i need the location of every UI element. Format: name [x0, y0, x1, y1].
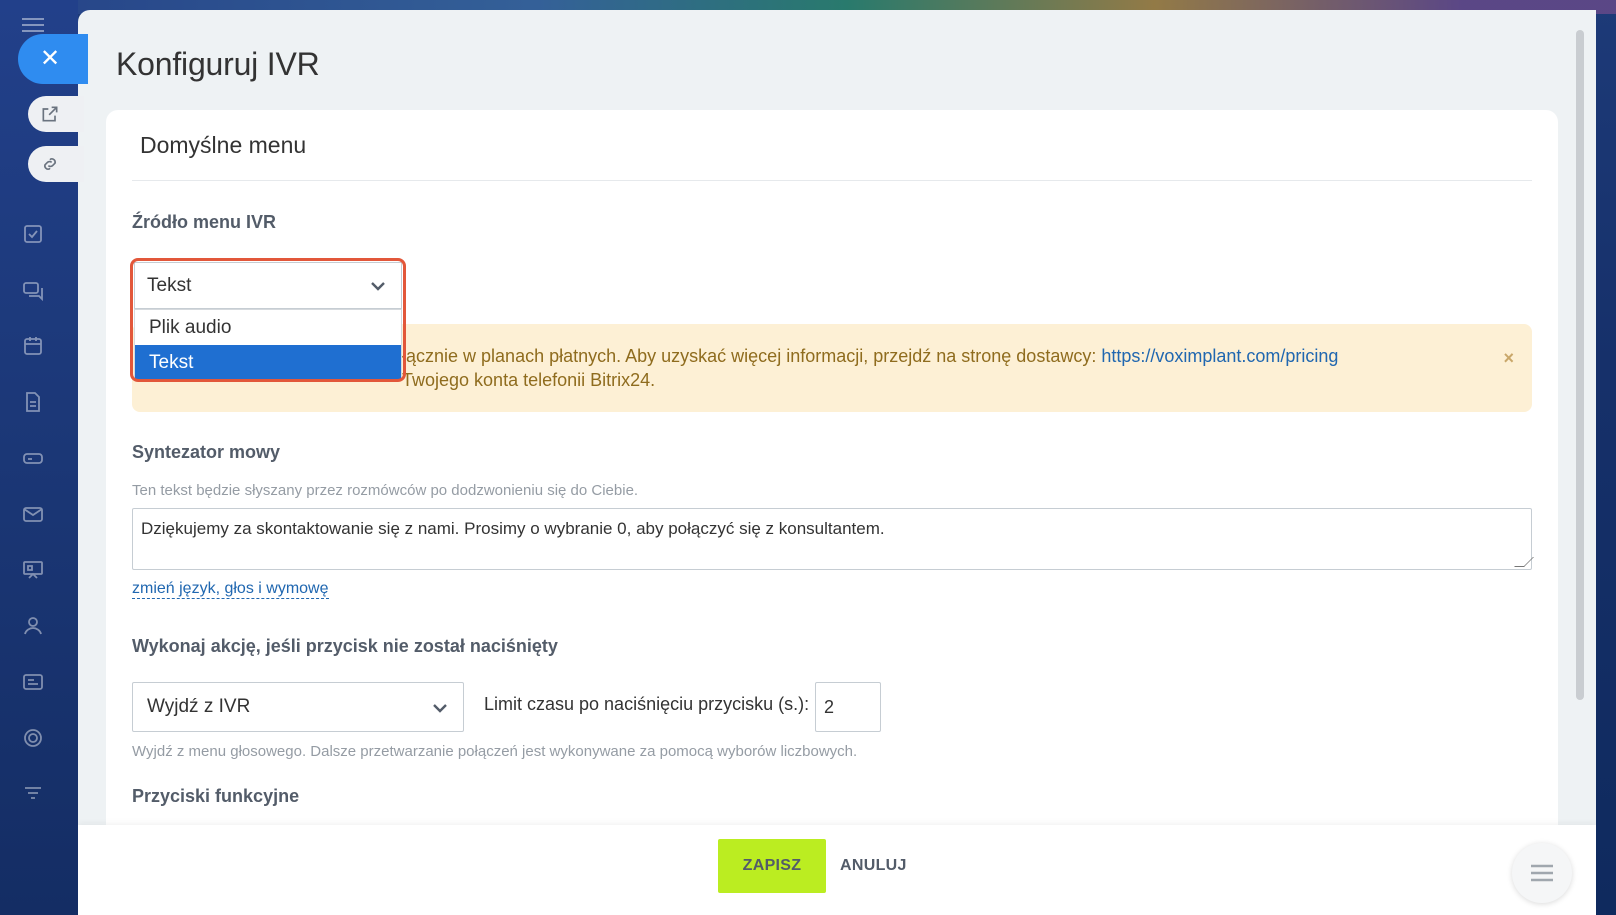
warning-text: łącznie w planach płatnych. Aby uzyskać …: [402, 344, 1462, 392]
timeout-input[interactable]: 2: [815, 682, 881, 732]
change-language-voice-link[interactable]: zmień język, głos i wymowę: [132, 580, 329, 599]
resize-handle[interactable]: [1514, 557, 1534, 567]
close-slider-button[interactable]: ✕: [18, 34, 88, 84]
calendar-icon[interactable]: [20, 334, 46, 358]
copy-link-button[interactable]: [28, 146, 84, 182]
funnel-icon[interactable]: [20, 782, 46, 806]
presentation-icon[interactable]: [20, 558, 46, 582]
target-icon[interactable]: [20, 726, 46, 750]
divider: [132, 180, 1532, 181]
tts-label: Syntezator mowy: [132, 442, 281, 462]
chat-icon[interactable]: [20, 278, 46, 302]
footer: ZAPISZ ANULUJ: [78, 825, 1596, 915]
warning-line2: Twojego konta telefonii Bitrix24.: [402, 370, 656, 390]
no-press-action-select[interactable]: Wyjdź z IVR: [132, 682, 464, 732]
chevron-down-icon: [431, 699, 449, 717]
app-sidebar: [0, 0, 78, 915]
tts-text-input[interactable]: Dziękujemy za skontaktowanie się z nami.…: [132, 508, 1534, 570]
link-icon: [44, 158, 56, 170]
card-header: Domyślne menu: [140, 132, 307, 158]
default-menu-card: Domyślne menu Źródło menu IVR łącznie w …: [106, 110, 1558, 850]
tts-text-value: Dziękujemy za skontaktowanie się z nami.…: [141, 519, 885, 538]
ivr-source-label: Źródło menu IVR: [132, 212, 276, 232]
warning-line1: łącznie w planach płatnych. Aby uzyskać …: [402, 346, 1102, 366]
close-icon: ✕: [40, 45, 61, 72]
scrollbar[interactable]: [1576, 30, 1584, 700]
no-press-action-label: Wykonaj akcję, jeśli przycisk nie został…: [132, 636, 558, 656]
open-in-new-window-button[interactable]: [28, 96, 84, 132]
tasks-icon[interactable]: [20, 222, 46, 246]
drive-icon[interactable]: [20, 446, 46, 470]
page-title: Konfiguruj IVR: [116, 46, 320, 82]
save-button[interactable]: ZAPISZ: [718, 839, 826, 893]
cancel-button[interactable]: ANULUJ: [840, 839, 907, 893]
voximplant-pricing-link[interactable]: https://voximplant.com/pricing: [1101, 346, 1338, 366]
hamburger-icon[interactable]: [22, 18, 44, 32]
menu-button[interactable]: [1512, 843, 1572, 903]
timeout-label: Limit czasu po naciśnięciu przycisku (s.…: [484, 694, 810, 714]
warning-close-button[interactable]: ×: [1503, 348, 1514, 369]
document-icon[interactable]: [20, 390, 46, 414]
no-press-action-value: Wyjdź z IVR: [147, 696, 251, 717]
mail-icon[interactable]: [20, 502, 46, 526]
crm-card-icon[interactable]: [20, 670, 46, 694]
highlight-frame: [130, 258, 406, 382]
ivr-config-slider: Konfiguruj IVR Domyślne menu Źródło menu…: [78, 10, 1596, 915]
list-icon: [1531, 864, 1553, 882]
tts-hint: Ten tekst będzie słyszany przez rozmówcó…: [132, 482, 639, 499]
external-link-icon: [42, 106, 58, 122]
timeout-value: 2: [824, 696, 835, 717]
no-press-hint: Wyjdź z menu głosowego. Dalsze przetwarz…: [132, 743, 858, 760]
contacts-icon[interactable]: [20, 614, 46, 638]
function-buttons-label: Przyciski funkcyjne: [132, 786, 300, 806]
